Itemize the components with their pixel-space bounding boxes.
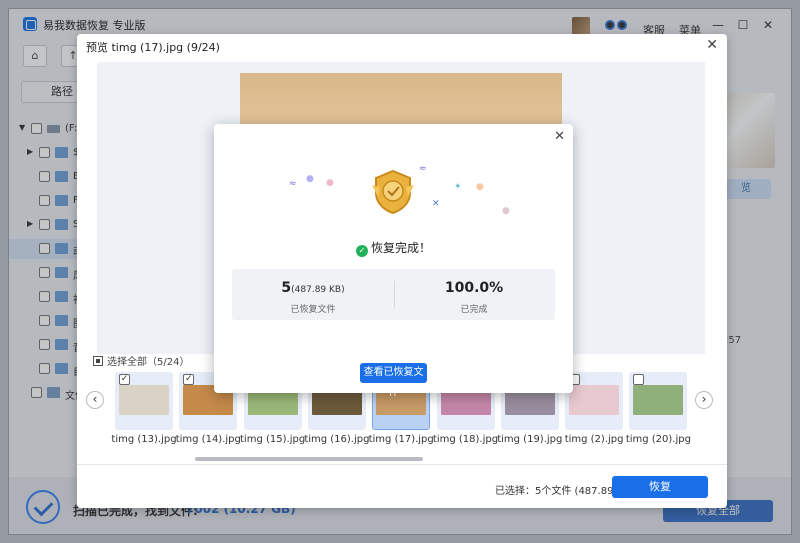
sparkle-icon: ✕ [432, 199, 440, 209]
thumbnail-name: timg (16).jpg [304, 434, 370, 445]
thumbnail-checkbox[interactable] [633, 374, 645, 385]
thumbnail-name: timg (19).jpg [497, 434, 563, 445]
select-all-label: 选择全部（5/24） [107, 357, 190, 368]
recover-button[interactable]: 恢复 [612, 476, 708, 498]
modal-close-button[interactable]: ✕ [554, 129, 565, 144]
thumbnail-name: timg (20).jpg [625, 434, 691, 445]
thumbnail-image[interactable] [633, 385, 684, 415]
thumbnail-name: timg (2).jpg [564, 434, 624, 445]
preview-title: 预览 timg (17).jpg (9/24) [86, 41, 220, 54]
thumbnail-item[interactable]: timg (20).jpg [626, 372, 691, 452]
thumbnail-name: timg (17).jpg [368, 434, 434, 445]
sparkle-icon: ● [476, 182, 484, 192]
sparkle-icon: ✦ [454, 182, 462, 192]
medal-icon [372, 169, 414, 215]
sparkle-icon: ● [502, 206, 510, 216]
completion-label: 已完成 [460, 305, 488, 315]
complete-title: ✓ 恢复完成！ [214, 239, 573, 257]
completion-percent: 100.0% [444, 280, 504, 296]
recovered-size: (487.89 KB) [291, 285, 345, 295]
preview-close-button[interactable]: ✕ [706, 37, 718, 53]
recovered-label: 已恢复文件 [290, 305, 336, 315]
success-check-icon: ✓ [355, 245, 368, 257]
thumbnail-name: timg (15).jpg [240, 434, 306, 445]
complete-title-text: 恢复完成！ [370, 241, 431, 255]
thumbnail-item[interactable]: timg (2).jpg [565, 372, 623, 452]
view-recovered-files-button[interactable]: 查看已恢复文件 [360, 363, 427, 398]
thumbnail-image[interactable] [119, 385, 169, 415]
sparkle-icon: ≈ [419, 164, 427, 174]
thumbnail-image[interactable] [569, 385, 620, 415]
sparkle-icon: ● [306, 174, 314, 184]
sparkle-icon: ≈ [289, 179, 297, 189]
prev-arrow-icon[interactable]: ‹ [86, 391, 104, 409]
thumbnail-checkbox[interactable] [119, 374, 130, 385]
recovered-count-value: 5 [281, 280, 292, 296]
sparkle-icon: ● [326, 178, 334, 188]
thumbnail-checkbox[interactable] [183, 374, 195, 385]
thumbnail-name: timg (18).jpg [432, 434, 499, 445]
select-all-box[interactable] [93, 356, 103, 366]
stats-panel: 5(487.89 KB) 已恢复文件 100.0% 已完成 [232, 269, 555, 320]
divider [77, 464, 727, 465]
thumbnail-name: timg (14).jpg [175, 434, 241, 445]
thumbnail-item[interactable]: timg (13).jpg [111, 372, 177, 452]
thumbnail-name: timg (13).jpg [111, 434, 177, 445]
next-arrow-icon[interactable]: › [695, 391, 713, 409]
select-all-checkbox[interactable]: 选择全部（5/24） [93, 353, 189, 368]
recovery-complete-dialog: ✕ ≈ ● ● ≈ ✦ ● ✕ ● ✓ 恢复完成！ 5(487.89 KB) 已恢… [214, 124, 573, 398]
recovered-count: 5(487.89 KB) [232, 280, 394, 296]
thumbnail-scrollbar[interactable] [195, 457, 423, 461]
